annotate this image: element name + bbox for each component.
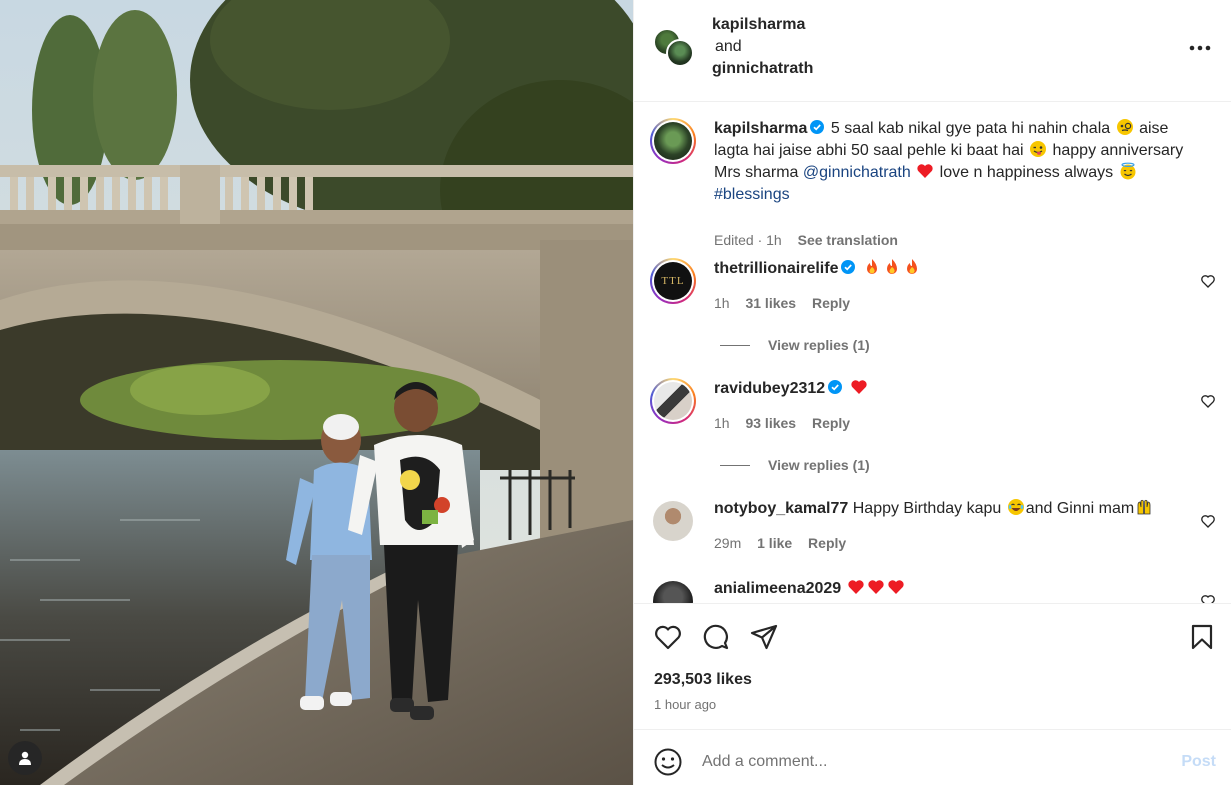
emoji-fire-icon <box>886 259 897 274</box>
post-details-panel: kapilsharma and ginnichatrath kapilsharm… <box>633 0 1231 785</box>
avatar-ginnichatrath[interactable] <box>666 39 694 67</box>
header-and-label: and <box>715 38 742 55</box>
comment-likes[interactable]: 93 likes <box>745 415 796 431</box>
post-header: kapilsharma and ginnichatrath <box>634 0 1231 102</box>
share-icon[interactable] <box>749 622 779 652</box>
comment-heart-icon[interactable] <box>1200 593 1216 603</box>
emoji-laughing-tears-icon <box>1007 499 1024 515</box>
more-options-button[interactable] <box>1188 36 1212 60</box>
heart-icon[interactable] <box>653 622 683 652</box>
comment-text: notyboy_kamal77 Happy Birthday kapu and … <box>714 498 1194 520</box>
user-tag-icon <box>19 751 31 765</box>
post-time-ago: 1 hour ago <box>654 697 717 712</box>
likes-count[interactable]: 293,503 likes <box>654 671 752 689</box>
comment-username[interactable]: thetrillionairelife <box>714 260 838 277</box>
bookmark-icon[interactable] <box>1187 622 1217 652</box>
emoji-red-heart-icon <box>868 580 884 594</box>
emoji-fire-icon <box>906 259 917 274</box>
see-translation-button[interactable]: See translation <box>798 232 898 248</box>
comment-avatar[interactable]: TTL <box>650 258 696 304</box>
comment-username[interactable]: notyboy_kamal77 <box>714 500 848 517</box>
comment-text: thetrillionairelife <box>714 258 1194 280</box>
comment-time: 1h <box>714 415 730 431</box>
view-replies-button[interactable]: View replies (1) <box>720 457 870 473</box>
comment-meta: 29m 1 like Reply <box>714 534 858 552</box>
verified-badge-icon <box>810 120 825 134</box>
verified-badge-icon <box>841 260 856 274</box>
verified-badge-icon <box>828 380 843 394</box>
caption-mention-link[interactable]: @ginnichatrath <box>803 164 911 181</box>
reply-button[interactable]: Reply <box>812 415 850 431</box>
collaborator-avatars[interactable] <box>653 28 697 68</box>
comment-heart-icon[interactable] <box>1200 273 1216 289</box>
emoji-red-heart-icon <box>848 580 864 594</box>
caption-username[interactable]: kapilsharma <box>714 120 807 137</box>
comment-likes[interactable]: 31 likes <box>745 295 796 311</box>
emoji-icon[interactable] <box>653 747 683 777</box>
comment-row: anialimeena2029 <box>650 578 1216 603</box>
caption-text-1: 5 saal kab nikal gye pata hi nahin chala <box>830 120 1111 137</box>
post-photo-scene <box>0 0 633 785</box>
caption-text: kapilsharma 5 saal kab nikal gye pata hi… <box>714 118 1194 206</box>
emoji-monocle-icon <box>1116 119 1133 135</box>
add-comment-bar: Post <box>634 729 1231 785</box>
comment-avatar[interactable] <box>653 581 693 603</box>
comment-username[interactable]: anialimeena2029 <box>714 580 841 597</box>
view-replies-divider <box>720 464 750 466</box>
emoji-winking-tongue-icon <box>1030 141 1047 157</box>
comment-body-2: and Ginni mam <box>1025 500 1135 517</box>
comment-heart-icon[interactable] <box>1200 393 1216 409</box>
comment-text: anialimeena2029 <box>714 578 1194 600</box>
emoji-red-heart-icon <box>851 380 867 394</box>
comment-time: 1h <box>714 295 730 311</box>
caption-text-4: love n happiness always <box>939 164 1114 181</box>
view-replies-label: View replies (1) <box>768 457 870 473</box>
comment-time: 29m <box>714 535 742 551</box>
collaborator-names: kapilsharma and ginnichatrath <box>712 14 813 80</box>
comment-avatar[interactable] <box>653 501 693 541</box>
caption-avatar[interactable] <box>650 118 696 164</box>
emoji-red-heart-icon <box>888 580 904 594</box>
comment-text: ravidubey2312 <box>714 378 1194 400</box>
comment-meta: 1h 31 likes Reply <box>714 294 862 312</box>
comment-row: ravidubey2312 1h 93 likes Reply View rep… <box>650 378 1216 478</box>
comment-icon[interactable] <box>701 622 731 652</box>
caption-hashtag-link[interactable]: #blessings <box>714 186 790 203</box>
emoji-smiling-halo-icon <box>1120 162 1136 180</box>
post-actions: 293,503 likes 1 hour ago <box>634 603 1231 729</box>
caption-row: kapilsharma 5 saal kab nikal gye pata hi… <box>650 118 1216 248</box>
header-username-1[interactable]: kapilsharma <box>712 14 813 36</box>
emoji-fire-icon <box>866 259 877 274</box>
comments-list[interactable]: kapilsharma 5 saal kab nikal gye pata hi… <box>634 103 1231 603</box>
comment-username[interactable]: ravidubey2312 <box>714 380 825 397</box>
caption-edited-time: Edited · 1h <box>714 232 782 248</box>
post-photo[interactable] <box>0 0 633 785</box>
comment-input[interactable] <box>702 747 1162 777</box>
comment-avatar[interactable] <box>650 378 696 424</box>
view-replies-label: View replies (1) <box>768 337 870 353</box>
view-replies-divider <box>720 344 750 346</box>
post-comment-button[interactable]: Post <box>1181 753 1216 771</box>
reply-button[interactable]: Reply <box>808 535 846 551</box>
user-tag-button[interactable] <box>8 741 42 775</box>
comment-body-1: Happy Birthday kapu <box>852 500 1002 517</box>
reply-button[interactable]: Reply <box>812 295 850 311</box>
comment-heart-icon[interactable] <box>1200 513 1216 529</box>
comment-avatar-text: TTL <box>661 275 685 287</box>
comment-meta: 1h 93 likes Reply <box>714 414 862 432</box>
view-replies-button[interactable]: View replies (1) <box>720 337 870 353</box>
caption-meta: Edited · 1h See translation <box>714 231 910 249</box>
comment-row: notyboy_kamal77 Happy Birthday kapu and … <box>650 498 1216 558</box>
more-horizontal-icon <box>1189 45 1211 51</box>
emoji-red-heart-icon <box>917 164 933 178</box>
emoji-raising-hands-icon <box>1137 499 1151 515</box>
comment-row: TTL thetrillionairelife 1h 31 likes Repl… <box>650 258 1216 358</box>
header-username-2[interactable]: ginnichatrath <box>712 58 813 80</box>
comment-likes[interactable]: 1 like <box>757 535 792 551</box>
